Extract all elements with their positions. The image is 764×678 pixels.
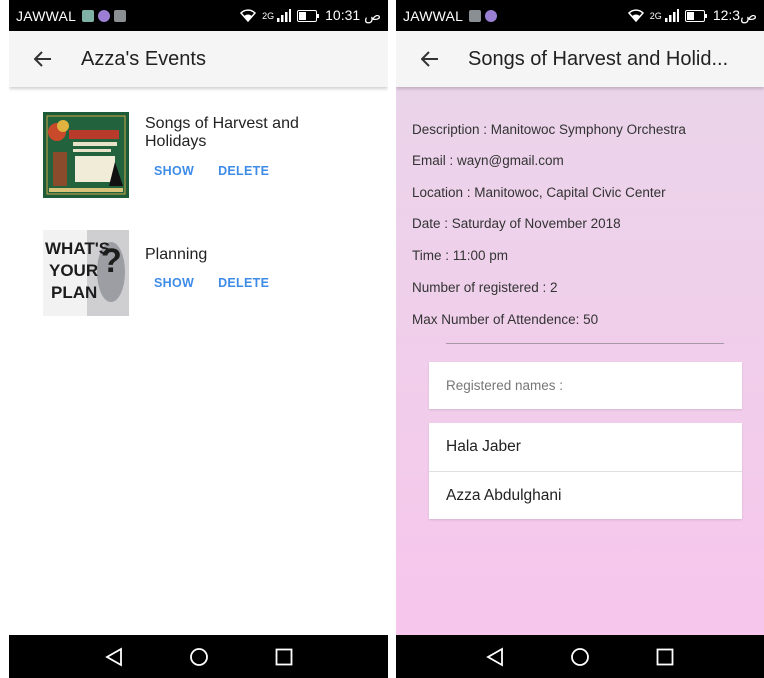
battery-icon [684, 9, 707, 22]
nav-bar [9, 635, 388, 678]
svg-text:?: ? [101, 242, 122, 280]
network-type-label: 2G [649, 10, 662, 21]
notification-icons [469, 9, 498, 22]
app-bar: Azza's Events [9, 31, 388, 87]
app-notification-icon [82, 9, 95, 22]
signal-icon [277, 9, 292, 22]
list-item[interactable]: Hala Jaber [429, 423, 742, 471]
wifi-icon [627, 9, 644, 22]
signal-icon [664, 9, 679, 22]
image-notification-icon [469, 9, 482, 22]
nav-back-icon[interactable] [98, 641, 130, 673]
delete-button[interactable]: DELETE [218, 164, 269, 178]
status-bar: JAWWAL 2G 12:3ص [396, 0, 764, 31]
clock: 10:31 ص [325, 7, 381, 23]
description-text: Description : Manitowoc Symphony Orchest… [412, 122, 686, 137]
delete-button[interactable]: DELETE [218, 276, 269, 290]
event-item: Songs of Harvest and Holidays SHOW DELET… [43, 112, 373, 198]
back-arrow-icon[interactable] [15, 31, 71, 87]
max-attendance-text: Max Number of Attendence: 50 [412, 312, 599, 327]
nav-home-icon[interactable] [183, 641, 215, 673]
network-type-label: 2G [262, 10, 275, 21]
event-title: Songs of Harvest and Holidays [145, 115, 299, 150]
page-title: Azza's Events [81, 47, 206, 70]
nav-bar [396, 635, 764, 678]
svg-text:PLAN: PLAN [51, 283, 97, 302]
nav-recents-icon[interactable] [268, 641, 300, 673]
nav-back-icon[interactable] [479, 641, 511, 673]
event-title: Planning [145, 246, 208, 263]
carrier-label: JAWWAL [16, 7, 77, 24]
messenger-icon [98, 9, 111, 22]
time-text: Time : 11:00 pm [412, 248, 509, 263]
email-text: Email : wayn@gmail.com [412, 153, 564, 168]
registered-names-list: Hala Jaber Azza Abdulghani [429, 423, 742, 519]
image-notification-icon [114, 9, 127, 22]
status-bar: JAWWAL 2G 10:31 ص [9, 0, 388, 31]
clock: 12:3ص [712, 7, 757, 23]
date-text: Date : Saturday of November 2018 [412, 216, 621, 231]
wifi-icon [240, 9, 257, 22]
event-thumbnail-songs[interactable] [43, 112, 129, 198]
nav-recents-icon[interactable] [649, 641, 681, 673]
show-button[interactable]: SHOW [154, 164, 194, 178]
divider [446, 343, 724, 344]
event-thumbnail-planning[interactable]: WHAT'S YOUR PLAN ? [43, 230, 129, 316]
nav-home-icon[interactable] [564, 641, 596, 673]
location-text: Location : Manitowoc, Capital Civic Cent… [412, 185, 666, 200]
registered-names-header: Registered names : [429, 362, 742, 409]
show-button[interactable]: SHOW [154, 276, 194, 290]
page-title: Songs of Harvest and Holid... [468, 47, 729, 70]
svg-text:YOUR: YOUR [49, 261, 98, 280]
event-details-screen: JAWWAL 2G 12:3ص Songs of Harvest and Hol… [396, 0, 764, 678]
carrier-label: JAWWAL [403, 7, 464, 24]
battery-icon [297, 9, 320, 22]
app-bar: Songs of Harvest and Holid... [396, 31, 764, 87]
back-arrow-icon[interactable] [402, 31, 458, 87]
event-item: WHAT'S YOUR PLAN ? Planning SHOW DELETE [43, 230, 373, 316]
events-screen: JAWWAL 2G 10:31 ص Azza's Events Songs of… [9, 0, 388, 678]
list-item[interactable]: Azza Abdulghani [429, 471, 742, 519]
registered-count-text: Number of registered : 2 [412, 280, 558, 295]
messenger-icon [485, 9, 498, 22]
notification-icons [82, 9, 127, 22]
